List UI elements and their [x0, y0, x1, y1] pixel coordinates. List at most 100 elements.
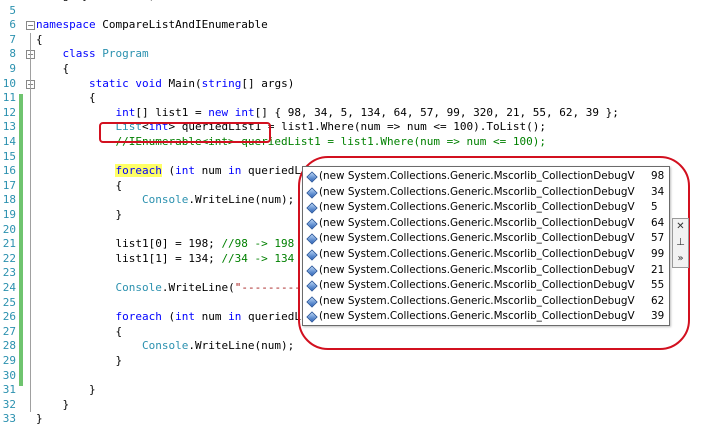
code-line[interactable]: 5 [0, 4, 720, 19]
object-icon [306, 264, 318, 277]
close-icon[interactable]: ✕ [673, 219, 688, 234]
code-token: in [228, 164, 242, 178]
line-number: 5 [9, 3, 16, 17]
code-line[interactable]: 10 static void Main(string[] args) [0, 77, 720, 92]
code-token: new int [208, 105, 255, 119]
code-token: int [175, 164, 195, 178]
line-number: 20 [2, 222, 16, 236]
code-line[interactable]: 32 } [0, 398, 720, 413]
datatip-item[interactable]: (new System.Collections.Generic.Mscorlib… [303, 278, 669, 294]
code-line[interactable]: 9 { [0, 62, 720, 77]
code-line[interactable]: 12 int[] list1 = new int[] { 98, 34, 5, … [0, 106, 720, 121]
code-token: } [36, 412, 43, 426]
code-token: ( [161, 164, 176, 178]
code-line[interactable]: 8 class Program [0, 47, 720, 62]
datatip-item[interactable]: (new System.Collections.Generic.Mscorlib… [303, 309, 669, 325]
line-number: 23 [2, 266, 16, 280]
datatip-item-label: (new System.Collections.Generic.Mscorlib… [319, 170, 635, 182]
code-line[interactable]: 33} [0, 412, 720, 427]
code-line[interactable]: 29 } [0, 354, 720, 369]
code-text: Console.WriteLine("---------- [36, 281, 308, 296]
code-token: foreach [115, 310, 162, 324]
object-icon [306, 280, 318, 292]
line-number: 10 [2, 76, 16, 90]
code-token: //34 -> 134 [221, 251, 295, 265]
line-number: 12 [2, 105, 16, 119]
code-text: Console.WriteLine(num); [36, 193, 294, 208]
code-line[interactable]: 11 { [0, 91, 720, 106]
collapse-icon[interactable]: − [26, 21, 35, 31]
code-token: { [36, 178, 123, 192]
line-number: 30 [2, 368, 16, 382]
datatip-item-label: (new System.Collections.Generic.Mscorlib… [319, 185, 635, 198]
datatip-item-label: (new System.Collections.Generic.Mscorlib… [319, 248, 635, 260]
datatip-item[interactable]: (new System.Collections.Generic.Mscorlib… [303, 200, 669, 216]
datatip-item[interactable]: (new System.Collections.Generic.Mscorlib… [303, 185, 669, 201]
object-icon [306, 186, 318, 199]
datatip-item[interactable]: (new System.Collections.Generic.Mscorlib… [303, 294, 669, 310]
code-token: class [62, 47, 103, 61]
code-line[interactable]: 6 namespace CompareListAndIEnumerable [0, 18, 720, 33]
object-icon [306, 218, 318, 230]
code-line[interactable]: 7{ [0, 33, 720, 48]
line-number: 8 [9, 47, 16, 61]
object-icon [306, 249, 318, 261]
line-number: 11 [2, 91, 16, 105]
datatip-item-value: 39 [651, 310, 665, 323]
code-text: } [36, 208, 122, 223]
datatip-item[interactable]: (new System.Collections.Generic.Mscorlib… [303, 169, 669, 185]
code-token: { [36, 62, 70, 75]
code-token: namespace [36, 18, 103, 32]
code-token: num [194, 310, 229, 324]
datatip-item[interactable]: (new System.Collections.Generic.Mscorlib… [303, 263, 669, 279]
datatip-item[interactable]: (new System.Collections.Generic.Mscorlib… [303, 231, 669, 247]
datatip-item-label: (new System.Collections.Generic.Mscorlib… [319, 263, 635, 276]
line-number: 33 [2, 412, 16, 426]
pin-icon[interactable]: ⊥ [673, 235, 688, 250]
datatip-item[interactable]: (new System.Collections.Generic.Mscorlib… [303, 216, 669, 232]
code-token: .WriteLine(num); [188, 339, 295, 353]
line-number: 15 [2, 149, 16, 163]
code-token: } [36, 208, 123, 221]
code-line[interactable]: 30 [0, 369, 720, 384]
line-number: 31 [2, 383, 16, 397]
datatip-item[interactable]: (new System.Collections.Generic.Mscorlib… [303, 247, 669, 263]
code-text: { [36, 325, 122, 340]
datatip-popup[interactable]: (new System.Collections.Generic.Mscorlib… [302, 166, 670, 326]
line-number: 28 [2, 339, 16, 353]
code-text: { [36, 91, 96, 106]
code-token: [] list1 = [135, 105, 209, 119]
code-token: Console [141, 193, 189, 207]
code-token: .WriteLine(num); [188, 193, 295, 207]
code-text: { [36, 179, 122, 194]
expand-icon[interactable]: » [673, 251, 688, 266]
code-text: list1[0] = 198; //98 -> 198 [36, 237, 294, 252]
code-token: num [194, 164, 229, 178]
code-token: [] args) [241, 76, 295, 90]
code-line[interactable]: 31 } [0, 383, 720, 398]
datatip-item-label: (new System.Collections.Generic.Mscorlib… [319, 279, 635, 292]
code-text: } [36, 354, 122, 369]
code-text: namespace CompareListAndIEnumerable [36, 18, 268, 33]
datatip-item-label: (new System.Collections.Generic.Mscorlib… [319, 294, 635, 307]
datatip-item-value: 98 [651, 170, 665, 182]
datatip-item-value: 64 [651, 216, 665, 229]
datatip-item-label: (new System.Collections.Generic.Mscorlib… [319, 216, 635, 229]
datatip-pin-panel: ✕ ⊥ » [672, 218, 689, 268]
highlight-annotation-box [99, 122, 271, 143]
code-token: .WriteLine( [161, 281, 235, 294]
code-token: in [228, 310, 242, 324]
object-icon [306, 171, 318, 183]
code-text: { [36, 33, 43, 48]
code-text: list1[1] = 134; //34 -> 134 [36, 252, 294, 267]
datatip-item-value: 5 [651, 201, 658, 214]
code-token: foreach [115, 164, 162, 178]
code-token: "---------- [234, 281, 308, 294]
line-number: 24 [2, 281, 16, 294]
code-token: static void [88, 76, 169, 90]
code-text: foreach (int num in queriedLi [36, 164, 308, 179]
code-token: //98 -> 198 [221, 237, 295, 251]
